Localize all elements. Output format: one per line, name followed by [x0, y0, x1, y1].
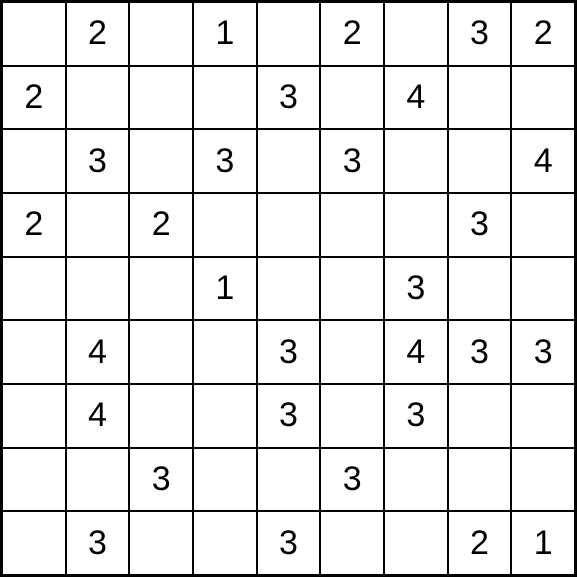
grid-cell[interactable]: 3 [66, 511, 130, 575]
grid-cell[interactable]: 3 [257, 66, 321, 130]
grid-cell[interactable] [257, 448, 321, 512]
grid-cell[interactable] [2, 320, 66, 384]
grid-cell[interactable]: 2 [448, 511, 512, 575]
grid-cell[interactable] [320, 193, 384, 257]
grid-cell[interactable] [384, 511, 448, 575]
grid-cell[interactable] [193, 320, 257, 384]
grid-cell[interactable] [2, 2, 66, 66]
grid-cell[interactable]: 3 [320, 448, 384, 512]
grid-cell[interactable] [448, 448, 512, 512]
grid-cell[interactable] [257, 2, 321, 66]
grid-cell[interactable]: 4 [511, 129, 575, 193]
grid-cell[interactable]: 2 [320, 2, 384, 66]
grid-cell[interactable] [2, 129, 66, 193]
grid-cell[interactable]: 1 [511, 511, 575, 575]
grid-cell[interactable] [448, 66, 512, 130]
grid-cell[interactable]: 2 [129, 193, 193, 257]
grid-cell[interactable]: 3 [511, 320, 575, 384]
grid-cell[interactable]: 3 [257, 384, 321, 448]
grid-cell[interactable] [257, 129, 321, 193]
grid-cell[interactable]: 3 [384, 257, 448, 321]
grid-cell[interactable]: 2 [2, 193, 66, 257]
grid-cell[interactable] [384, 129, 448, 193]
grid-cell[interactable]: 3 [257, 511, 321, 575]
grid-cell[interactable] [66, 193, 130, 257]
grid-cell[interactable] [257, 257, 321, 321]
grid-cell[interactable] [193, 384, 257, 448]
grid-cell[interactable]: 4 [384, 320, 448, 384]
grid-cell[interactable]: 3 [448, 2, 512, 66]
grid-cell[interactable] [257, 193, 321, 257]
grid-cell[interactable] [384, 2, 448, 66]
grid-cell[interactable] [193, 511, 257, 575]
grid-cell[interactable] [320, 257, 384, 321]
grid-cell[interactable]: 4 [66, 320, 130, 384]
grid-cell[interactable] [511, 257, 575, 321]
grid-cell[interactable] [511, 384, 575, 448]
grid-cell[interactable]: 1 [193, 2, 257, 66]
grid-cell[interactable] [320, 320, 384, 384]
grid-cell[interactable] [320, 511, 384, 575]
grid-cell[interactable] [129, 511, 193, 575]
grid-cell[interactable]: 4 [66, 384, 130, 448]
grid-cell[interactable] [384, 193, 448, 257]
grid-cell[interactable] [193, 193, 257, 257]
grid-cell[interactable] [129, 129, 193, 193]
grid-cell[interactable] [129, 257, 193, 321]
grid-cell[interactable]: 3 [66, 129, 130, 193]
grid-cell[interactable]: 3 [448, 193, 512, 257]
grid-cell[interactable] [193, 448, 257, 512]
grid-cell[interactable] [511, 66, 575, 130]
grid-cell[interactable]: 3 [257, 320, 321, 384]
grid-cell[interactable] [66, 66, 130, 130]
grid-cell[interactable] [129, 320, 193, 384]
grid-cell[interactable] [193, 66, 257, 130]
grid-cell[interactable] [129, 384, 193, 448]
grid-cell[interactable]: 4 [384, 66, 448, 130]
grid-cell[interactable] [448, 384, 512, 448]
grid-cell[interactable]: 3 [320, 129, 384, 193]
grid-cell[interactable]: 2 [511, 2, 575, 66]
grid-cell[interactable] [66, 448, 130, 512]
grid-cell[interactable] [320, 66, 384, 130]
grid-cell[interactable] [129, 2, 193, 66]
grid-cell[interactable] [2, 448, 66, 512]
grid-cell[interactable] [2, 384, 66, 448]
grid-cell[interactable]: 2 [2, 66, 66, 130]
grid-cell[interactable] [448, 257, 512, 321]
grid-cell[interactable]: 3 [129, 448, 193, 512]
grid-cell[interactable] [448, 129, 512, 193]
puzzle-grid: 2 1 2 3 2 2 3 4 3 3 3 4 2 2 3 1 3 4 3 4 … [0, 0, 577, 577]
grid-cell[interactable] [384, 448, 448, 512]
grid-cell[interactable]: 2 [66, 2, 130, 66]
grid-cell[interactable] [2, 257, 66, 321]
grid-cell[interactable] [511, 193, 575, 257]
grid-cell[interactable]: 3 [448, 320, 512, 384]
grid-cell[interactable] [511, 448, 575, 512]
grid-cell[interactable] [2, 511, 66, 575]
grid-cell[interactable] [66, 257, 130, 321]
grid-cell[interactable]: 1 [193, 257, 257, 321]
grid-cell[interactable] [129, 66, 193, 130]
grid-cell[interactable]: 3 [193, 129, 257, 193]
grid-cell[interactable]: 3 [384, 384, 448, 448]
grid-cell[interactable] [320, 384, 384, 448]
